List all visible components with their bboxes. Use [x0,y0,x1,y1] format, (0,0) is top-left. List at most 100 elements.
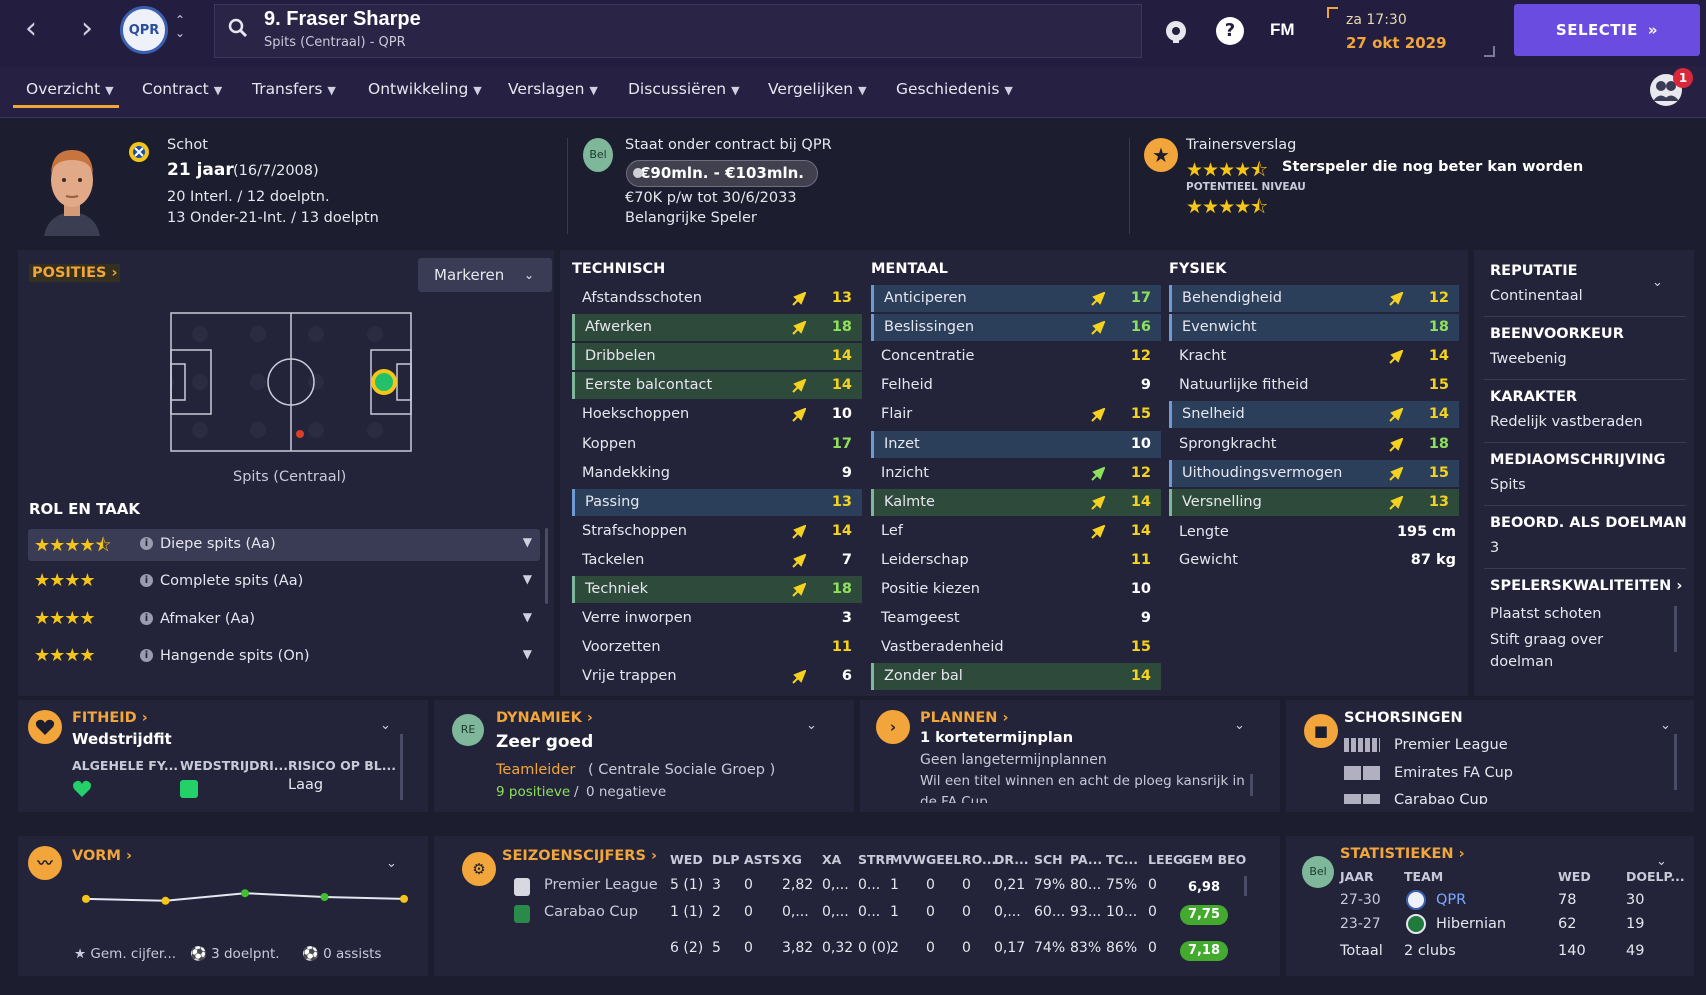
attribute-row[interactable]: Afwerken 18 [572,314,862,342]
form-point[interactable] [161,896,170,905]
chevron-down-icon[interactable]: ⌄ [1652,275,1663,290]
attribute-row[interactable]: Koppen 17 [572,431,862,458]
attribute-row[interactable]: Dribbelen 14 [572,343,862,371]
help-icon[interactable]: ? [1216,17,1244,45]
attribute-row[interactable]: Hoekschoppen 10 [572,401,862,428]
club-crest-icon[interactable]: QPR [120,6,168,54]
info-icon[interactable]: i [140,649,153,662]
attribute-row[interactable]: Kracht 14 [1169,343,1459,370]
attribute-row[interactable]: Strafschoppen 14 [572,518,862,545]
attribute-row[interactable]: Versnelling 13 [1169,488,1459,516]
attribute-row[interactable]: Kalmte 14 [871,488,1161,516]
tab-geschiedenis[interactable]: Geschiedenis ▼ [896,80,1013,106]
attribute-row[interactable]: Evenwicht 18 [1169,314,1459,342]
fitness-scrollbar[interactable] [400,734,403,800]
tab-discussieren[interactable]: Discussiëren ▼ [628,80,740,106]
season-col-header[interactable]: XG [782,852,802,867]
selectie-button[interactable]: SELECTIE » [1514,4,1700,56]
season-col-header[interactable]: PA... [1070,852,1102,867]
fm-logo[interactable]: FM [1270,20,1295,40]
tab-transfers[interactable]: Transfers ▼ [252,80,336,106]
attribute-row[interactable]: Eerste balcontact 14 [572,372,862,400]
season-col-header[interactable]: GEM BEO [1182,852,1246,867]
attribute-row[interactable]: Beslissingen 16 [871,314,1161,342]
attribute-row[interactable]: Positie kiezen 10 [871,576,1161,603]
player-traits-heading[interactable]: SPELERSKWALITEITEN › [1490,578,1682,594]
suspensions-scrollbar[interactable] [1674,734,1677,790]
season-col-header[interactable]: DR... [994,852,1028,867]
season-col-header[interactable]: XA [822,852,841,867]
chevron-down-icon[interactable]: ⌄ [1660,718,1671,733]
form-heading[interactable]: VORM › [72,848,132,864]
info-icon[interactable]: i [140,612,153,625]
attribute-row[interactable]: Vrije trappen 6 [572,663,862,690]
attribute-row[interactable]: Passing 13 [572,488,862,516]
search-icon[interactable] [228,18,248,38]
role-row[interactable]: ★★★★ i Afmaker (Aa) ▼ [28,604,540,636]
career-team-link[interactable]: QPR [1436,892,1466,908]
season-col-header[interactable]: GEEL [926,852,961,867]
season-col-header[interactable]: SCH [1034,852,1063,867]
attribute-row[interactable]: Mandekking 9 [572,460,862,487]
info-icon[interactable]: i [140,574,153,587]
attribute-row[interactable]: Leiderschap 11 [871,547,1161,574]
traits-scrollbar[interactable] [1674,606,1677,652]
attribute-row[interactable]: Flair 15 [871,401,1161,428]
season-competition[interactable]: Premier League [544,877,658,893]
season-col-header[interactable]: WED [670,852,703,867]
tab-contract[interactable]: Contract ▼ [142,80,222,106]
attribute-row[interactable]: Snelheid 14 [1169,401,1459,429]
career-stats-heading[interactable]: STATISTIEKEN › [1340,846,1465,862]
back-arrow-icon[interactable]: ‹ [16,14,46,48]
chevron-down-icon[interactable]: ⌄ [380,718,391,733]
attribute-row[interactable]: Afstandsschoten 13 [572,285,862,312]
attribute-row[interactable]: Zonder bal 14 [871,663,1161,691]
chevron-down-icon[interactable]: ⌄ [386,856,397,871]
season-scrollbar[interactable] [1244,876,1247,896]
season-stats-heading[interactable]: SEIZOENSCIJFERS › [502,848,657,864]
markeren-dropdown[interactable]: Markeren ⌄ [418,258,552,292]
form-point[interactable] [320,892,329,901]
attribute-row[interactable]: Felheid 9 [871,372,1161,399]
season-col-header[interactable]: LEEG [1148,852,1183,867]
form-point[interactable] [400,894,408,903]
attribute-row[interactable]: Teamgeest 9 [871,605,1161,632]
attribute-row[interactable]: Concentratie 12 [871,343,1161,370]
role-row[interactable]: ★★★★ i Hangende spits (On) ▼ [28,641,540,673]
fitness-heading[interactable]: FITHEID › [72,710,148,726]
season-col-header[interactable]: DLP [712,852,740,867]
attribute-row[interactable]: Uithoudingsvermogen 15 [1169,459,1459,487]
attribute-row[interactable]: Tackelen 7 [572,547,862,574]
attribute-row[interactable]: Vastberadenheid 15 [871,634,1161,661]
ball-icon[interactable] [1162,17,1190,45]
attribute-row[interactable]: Anticiperen 17 [871,285,1161,312]
tab-vergelijken[interactable]: Vergelijken ▼ [768,80,867,106]
attribute-row[interactable]: Behendigheid 12 [1169,285,1459,312]
tab-overzicht[interactable]: Overzicht ▼ [26,80,114,106]
season-col-header[interactable]: RO... [962,852,996,867]
season-col-header[interactable]: ASTS [744,852,780,867]
info-icon[interactable]: i [140,537,153,550]
chevron-down-icon[interactable]: ⌄ [1234,718,1245,733]
season-col-header[interactable]: MVW [890,852,926,867]
season-competition[interactable]: Carabao Cup [544,904,638,920]
season-col-header[interactable]: TC... [1106,852,1138,867]
positions-heading[interactable]: POSITIES › [29,264,121,282]
tab-ontwikkeling[interactable]: Ontwikkeling ▼ [368,80,482,106]
tab-verslagen[interactable]: Verslagen ▼ [508,80,598,106]
attribute-row[interactable]: Inzet 10 [871,430,1161,458]
attribute-row[interactable]: Sprongkracht 18 [1169,431,1459,458]
attribute-row[interactable]: Verre inworpen 3 [572,605,862,632]
dynamics-heading[interactable]: DYNAMIEK › [496,710,593,726]
attribute-row[interactable]: Voorzetten 11 [572,634,862,661]
role-row[interactable]: ★★★★⯪ i Diepe spits (Aa) ▼ [28,529,540,561]
form-point[interactable] [241,889,249,898]
attribute-row[interactable]: Inzicht 12 [871,460,1161,487]
attribute-row[interactable]: Techniek 18 [572,576,862,603]
attribute-row[interactable]: Natuurlijke fitheid 15 [1169,372,1459,399]
roles-scrollbar[interactable] [545,528,548,604]
plans-scrollbar[interactable] [1250,774,1253,796]
season-col-header[interactable]: STRF [858,852,894,867]
form-point[interactable] [82,894,90,903]
attribute-row[interactable]: Lef 14 [871,518,1161,545]
